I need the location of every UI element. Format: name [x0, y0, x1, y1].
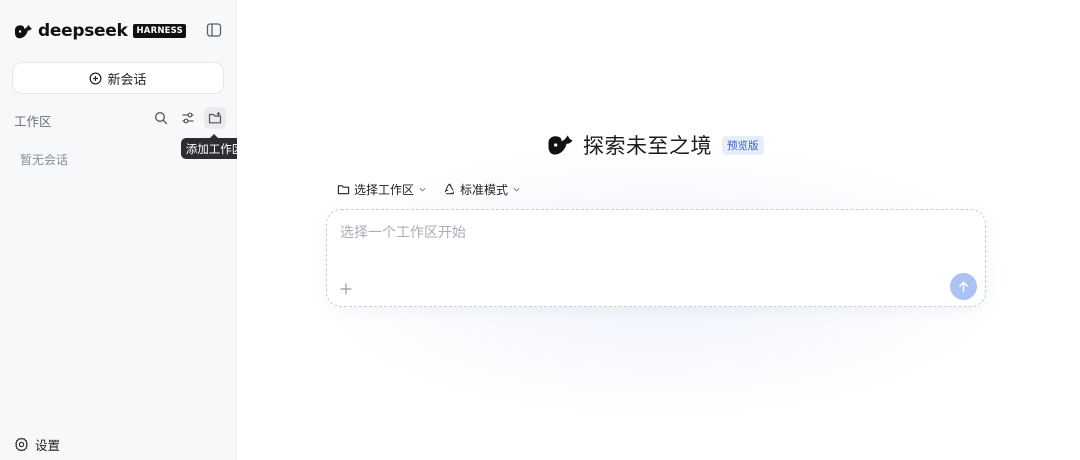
- plus-icon[interactable]: [338, 281, 354, 297]
- gear-icon: [15, 437, 28, 452]
- send-button[interactable]: [950, 273, 977, 300]
- sidebar: deepseek HARNESS 新会话 工作区 添加工作区 暂无会话 设置: [0, 0, 248, 460]
- chevron-down-icon: [513, 187, 520, 192]
- workspace-select-label: 选择工作区: [354, 183, 415, 197]
- preview-badge: 预览版: [722, 135, 764, 155]
- composer-input[interactable]: [340, 222, 940, 244]
- composer-controls: 选择工作区 标准模式: [337, 181, 537, 198]
- folder-plus-icon: [208, 112, 222, 124]
- search-button[interactable]: [150, 107, 172, 129]
- whale-logo-icon: [15, 24, 32, 38]
- mode-select[interactable]: 标准模式: [443, 181, 521, 198]
- new-chat-label: 新会话: [107, 72, 147, 88]
- empty-sessions-text: 暂无会话: [20, 153, 69, 167]
- hero-title: 探索未至之境: [583, 134, 712, 158]
- chevron-down-icon: [419, 187, 426, 192]
- workspace-select[interactable]: 选择工作区: [337, 181, 427, 198]
- hero-heading: 探索未至之境 预览版: [546, 130, 764, 160]
- new-chat-button[interactable]: 新会话: [12, 62, 224, 94]
- settings-label: 设置: [35, 438, 61, 453]
- sliders-icon: [182, 112, 194, 124]
- settings-button[interactable]: 设置: [14, 435, 60, 454]
- brand-logo[interactable]: deepseek HARNESS: [13, 21, 186, 41]
- workspace-toolbar: [150, 107, 231, 129]
- sidebar-toggle-icon[interactable]: [206, 22, 222, 38]
- composer-box: [326, 209, 986, 307]
- workspace-section-label: 工作区: [14, 114, 52, 129]
- folder-icon: [337, 185, 350, 195]
- search-icon: [155, 112, 168, 125]
- whale-logo-icon: [548, 135, 573, 155]
- recycle-icon: [444, 183, 455, 195]
- mode-select-label: 标准模式: [460, 183, 509, 197]
- plus-circle-icon: [89, 72, 102, 84]
- arrow-up-icon: [959, 281, 968, 292]
- filter-button[interactable]: [177, 107, 199, 129]
- add-workspace-button[interactable]: [204, 107, 226, 129]
- brand-name: deepseek: [38, 21, 128, 41]
- brand-badge: HARNESS: [133, 24, 186, 38]
